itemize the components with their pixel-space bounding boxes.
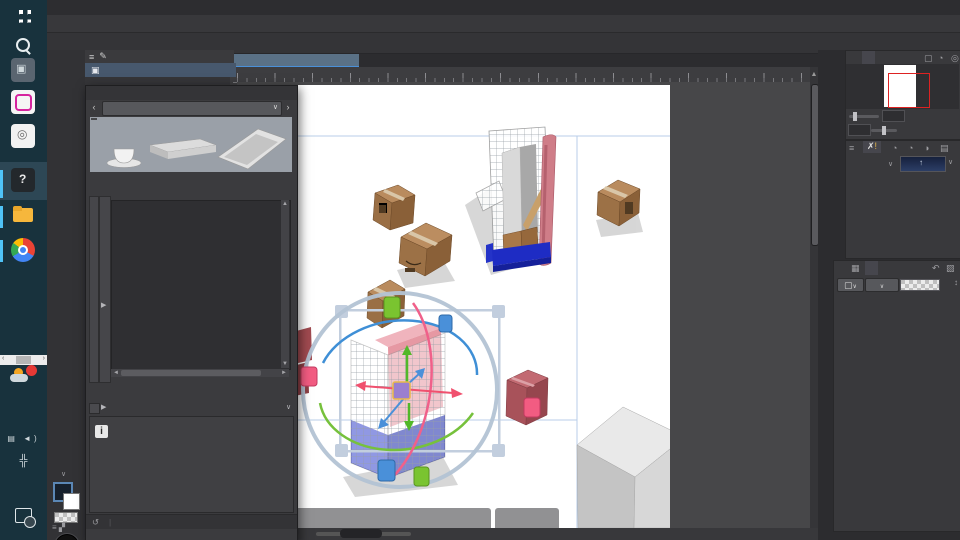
subtool-panel-tab[interactable]: ≡ ✎ <box>85 50 234 63</box>
tab-subview-icon[interactable]: ▢ <box>924 53 933 64</box>
zoom-slider[interactable] <box>316 529 411 538</box>
canvas-page[interactable] <box>293 85 670 528</box>
start-button[interactable] <box>15 10 31 26</box>
subtool-pen-icon: ✎ <box>99 51 107 61</box>
tone-panel: ≡ ✗! ◔ ◔ ◑ ▤ ∨ ↑ ∨ <box>845 140 960 259</box>
move-pointer-icon[interactable]: ╬ <box>0 455 47 467</box>
type-swatch[interactable]: ↑ <box>900 156 946 172</box>
category-dropdown[interactable]: ∨ <box>102 101 282 116</box>
type-chevron-icon[interactable]: ∨ <box>888 160 893 168</box>
tool-palette: ∨ ≡ ▞ <box>47 50 86 540</box>
navigator-thumbnail-area[interactable] <box>846 64 959 109</box>
taskbar-media-app-icon[interactable]: ▣ <box>11 58 35 82</box>
layer-undo-icon[interactable]: ↶ <box>932 263 940 274</box>
wooden-box-a <box>372 184 416 231</box>
preview-label-chip <box>91 118 97 120</box>
running-indicator-1 <box>0 170 3 198</box>
canvas-3d-scene[interactable] <box>293 85 670 528</box>
3d-bottom-toolbar <box>293 508 491 528</box>
tall-cage-structure <box>475 126 557 272</box>
3d-light-toolbar <box>495 508 559 528</box>
navigator-zoom-slider[interactable] <box>849 112 879 121</box>
detail-panel-footer: ↺ | <box>86 514 297 529</box>
layer-panel: ▦ ↶ ▨ ▢∨ ∨ ↕ <box>833 260 960 532</box>
tab-list-icon[interactable]: ▤ <box>940 143 949 154</box>
preview-render <box>106 128 287 170</box>
windows-taskbar: ▣ ◎ ? ‹ › ▤ ◄) ╬ <box>0 0 47 540</box>
sub-tool-detail-panel: ‹ ∨ › ▶ ▲ ▼ ◄ ► ▶ ∨ i ↺ | <box>85 85 298 540</box>
sub-color-swatch[interactable] <box>63 493 80 510</box>
taskbar-files-icon[interactable] <box>11 204 35 228</box>
category-strip-1[interactable] <box>89 196 99 383</box>
taskbar-clip-studio-icon[interactable]: ◎ <box>11 124 35 148</box>
clip-studio-paint-window: ▲ ∨ ≡ ▞ ≡ ✎ ▣ ‹ ∨ › ▶ ▲ ▼ ◄ ► ▶ ∨ i ↺ | … <box>0 0 960 540</box>
taskbar-instagram-icon[interactable] <box>11 90 35 114</box>
notification-badge <box>24 516 36 528</box>
title-bar <box>0 0 960 15</box>
canvas-vertical-scrollbar[interactable] <box>810 82 819 528</box>
opacity-slider[interactable] <box>900 279 940 291</box>
horizontal-ruler <box>237 67 810 83</box>
strip-checkbox[interactable] <box>89 403 100 416</box>
running-indicator-3 <box>0 240 3 262</box>
operation-icon: ▣ <box>91 64 100 75</box>
type-dropdown-icon[interactable]: ∨ <box>948 158 953 166</box>
tone-menu-icon[interactable]: ≡ <box>849 143 854 153</box>
tab-layer[interactable] <box>865 261 878 275</box>
tab-info-icon[interactable]: ◎ <box>951 53 959 64</box>
tab-halftone-icon[interactable]: ◑ <box>924 143 929 153</box>
layer-palette-icon[interactable]: ▨ <box>946 263 955 274</box>
next-category-button[interactable]: › <box>282 101 294 114</box>
grey-cube <box>576 406 670 528</box>
taskbar-chrome-icon[interactable] <box>11 238 35 262</box>
reset-icon: ↺ <box>92 517 100 527</box>
tab-navigator[interactable] <box>862 51 875 64</box>
selected-cage[interactable] <box>350 322 446 479</box>
current-color-circle[interactable] <box>55 534 79 540</box>
prev-category-button[interactable]: ‹ <box>88 101 100 114</box>
search-icon[interactable] <box>16 38 30 52</box>
navigator-panel: ▢ ◔ ◎ <box>845 50 960 140</box>
tool-info-box: i <box>89 416 294 513</box>
navigator-rotation-value <box>848 124 871 136</box>
audio-device-icons[interactable]: ▤ ◄) <box>0 434 47 443</box>
subtool-menu-icon[interactable]: ≡ <box>89 52 94 62</box>
object-list <box>111 200 291 370</box>
running-indicator-2 <box>0 206 3 228</box>
view-region-rect[interactable] <box>888 73 930 108</box>
object-list-hscroll[interactable]: ◄ ► <box>111 369 289 377</box>
blend-shape-dropdown[interactable]: ▢∨ <box>837 278 864 292</box>
taskbar-clip-studio-paint-icon[interactable]: ? <box>11 168 35 192</box>
attachment-row: ▶ ∨ <box>86 401 297 415</box>
canvas-viewport[interactable] <box>237 82 810 528</box>
navigator-zoom-value <box>882 110 905 122</box>
object-list-vscroll[interactable]: ▲ ▼ <box>281 200 289 368</box>
category-arrow[interactable]: ▶ <box>101 301 106 309</box>
tab-tone-active[interactable]: ✗! <box>863 141 882 153</box>
detail-panel-title <box>86 86 297 100</box>
opacity-spinner[interactable]: ↕ <box>954 278 958 287</box>
menu-bar <box>0 15 960 33</box>
3d-preview-thumbnail <box>90 117 292 172</box>
tab-cloud2-icon[interactable]: ◔ <box>908 143 913 153</box>
canvas-status-bar <box>230 528 818 540</box>
subtool-group-operation[interactable]: ▣ <box>85 63 236 77</box>
tab-history-icon[interactable]: ◔ <box>938 53 943 63</box>
strip-arrow-2[interactable]: ▶ <box>101 403 106 411</box>
scrollbar-up-arrow[interactable]: ▲ <box>810 67 818 82</box>
info-icon: i <box>95 425 108 438</box>
transparent-color-swatch[interactable] <box>54 512 78 523</box>
tab-cloud1-icon[interactable]: ◔ <box>892 143 897 153</box>
blend-mode-dropdown[interactable]: ∨ <box>865 278 899 292</box>
gizmo-center-handle[interactable] <box>392 381 411 400</box>
color-menu-icon[interactable]: ≡ ▞ <box>52 523 65 532</box>
weather-badge <box>26 365 37 376</box>
origin-chevron-icon[interactable]: ∨ <box>286 403 291 411</box>
tool-scroll-down[interactable]: ∨ <box>61 470 66 478</box>
taskbar-overlay-scrollbar[interactable]: ‹ › <box>0 355 47 365</box>
navigator-rotate-slider[interactable] <box>871 126 897 135</box>
category-strip-2[interactable] <box>99 196 111 383</box>
layer-panel-icon[interactable]: ▦ <box>851 263 860 274</box>
